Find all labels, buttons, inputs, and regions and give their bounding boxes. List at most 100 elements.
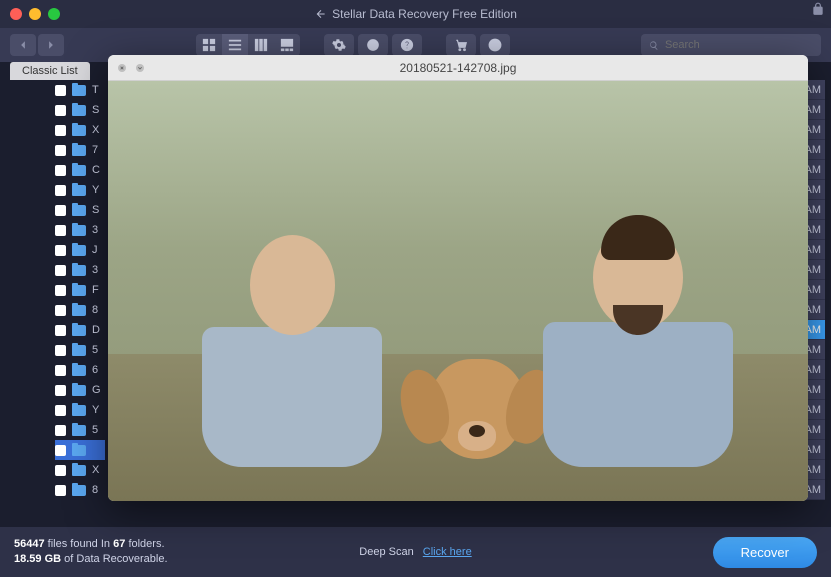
- file-row[interactable]: 8: [55, 480, 105, 500]
- file-checkbox[interactable]: [55, 225, 66, 236]
- nav-forward-button[interactable]: [38, 34, 64, 56]
- file-row[interactable]: 5: [55, 340, 105, 360]
- folder-icon: [72, 445, 86, 456]
- file-row[interactable]: Y: [55, 400, 105, 420]
- folder-icon: [72, 345, 86, 356]
- preview-close-button[interactable]: [116, 62, 128, 74]
- folder-icon: [72, 105, 86, 116]
- file-checkbox[interactable]: [55, 465, 66, 476]
- app-title: Stellar Data Recovery Free Edition: [314, 7, 517, 21]
- file-row[interactable]: 7: [55, 140, 105, 160]
- file-checkbox[interactable]: [55, 325, 66, 336]
- folder-icon: [72, 125, 86, 136]
- status-folder-count: 67: [113, 538, 125, 550]
- file-checkbox[interactable]: [55, 485, 66, 496]
- file-checkbox[interactable]: [55, 285, 66, 296]
- photo-person-right: [538, 225, 738, 467]
- file-row[interactable]: Y: [55, 180, 105, 200]
- file-checkbox[interactable]: [55, 125, 66, 136]
- preview-filename: 20180521-142708.jpg: [400, 61, 517, 75]
- file-row[interactable]: J: [55, 240, 105, 260]
- traffic-lights: [10, 8, 60, 20]
- folder-icon: [72, 265, 86, 276]
- file-row[interactable]: 3: [55, 260, 105, 280]
- view-gallery-button[interactable]: [274, 34, 300, 56]
- file-name-fragment: 8: [92, 304, 98, 316]
- sidebar-tab-classic-list[interactable]: Classic List: [10, 62, 90, 80]
- file-name-fragment: T: [92, 84, 99, 96]
- file-name-fragment: D: [92, 324, 100, 336]
- file-checkbox[interactable]: [55, 305, 66, 316]
- file-checkbox[interactable]: [55, 345, 66, 356]
- deep-scan-label: Deep Scan: [359, 546, 413, 558]
- close-window-button[interactable]: [10, 8, 22, 20]
- folder-icon: [72, 305, 86, 316]
- file-checkbox[interactable]: [55, 385, 66, 396]
- file-name-fragment: X: [92, 124, 99, 136]
- help-button[interactable]: [392, 34, 422, 56]
- folder-icon: [72, 485, 86, 496]
- file-row[interactable]: S: [55, 200, 105, 220]
- folder-icon: [72, 185, 86, 196]
- file-checkbox[interactable]: [55, 185, 66, 196]
- file-row[interactable]: S: [55, 100, 105, 120]
- folder-icon: [72, 285, 86, 296]
- status-bar: 56447 files found In 67 folders. 18.59 G…: [0, 527, 831, 577]
- deep-scan-link[interactable]: Click here: [423, 546, 472, 558]
- folder-icon: [72, 245, 86, 256]
- window-titlebar: Stellar Data Recovery Free Edition: [0, 0, 831, 28]
- file-name-fragment: 7: [92, 144, 98, 156]
- user-account-button[interactable]: [480, 34, 510, 56]
- file-row[interactable]: 8: [55, 300, 105, 320]
- photo-person-left: [192, 235, 392, 467]
- history-button[interactable]: [358, 34, 388, 56]
- file-row[interactable]: C: [55, 160, 105, 180]
- file-checkbox[interactable]: [55, 205, 66, 216]
- file-row[interactable]: [55, 440, 105, 460]
- file-checkbox[interactable]: [55, 105, 66, 116]
- minimize-window-button[interactable]: [29, 8, 41, 20]
- photo-illustration: [108, 81, 808, 501]
- settings-gear-button[interactable]: [324, 34, 354, 56]
- file-row[interactable]: X: [55, 460, 105, 480]
- file-checkbox[interactable]: [55, 265, 66, 276]
- status-file-count: 56447: [14, 538, 45, 550]
- recover-button[interactable]: Recover: [713, 537, 817, 568]
- file-name-fragment: J: [92, 244, 98, 256]
- file-row[interactable]: X: [55, 120, 105, 140]
- file-checkbox[interactable]: [55, 445, 66, 456]
- file-name-fragment: 5: [92, 424, 98, 436]
- search-input[interactable]: [665, 39, 813, 51]
- folder-icon: [72, 385, 86, 396]
- nav-back-button[interactable]: [10, 34, 36, 56]
- file-checkbox[interactable]: [55, 365, 66, 376]
- account-group: [446, 34, 510, 56]
- file-name-fragment: 5: [92, 344, 98, 356]
- nav-buttons: [10, 34, 64, 56]
- file-checkbox[interactable]: [55, 425, 66, 436]
- view-list-button[interactable]: [222, 34, 248, 56]
- file-name-fragment: Y: [92, 404, 99, 416]
- file-name-fragment: S: [92, 204, 99, 216]
- file-row[interactable]: F: [55, 280, 105, 300]
- file-checkbox[interactable]: [55, 85, 66, 96]
- file-row[interactable]: 6: [55, 360, 105, 380]
- search-box[interactable]: [641, 34, 821, 56]
- file-checkbox[interactable]: [55, 405, 66, 416]
- file-row[interactable]: D: [55, 320, 105, 340]
- view-grid-button[interactable]: [196, 34, 222, 56]
- preview-expand-button[interactable]: [134, 62, 146, 74]
- file-row[interactable]: 5: [55, 420, 105, 440]
- preview-titlebar: 20180521-142708.jpg: [108, 55, 808, 81]
- file-checkbox[interactable]: [55, 165, 66, 176]
- view-columns-button[interactable]: [248, 34, 274, 56]
- folder-icon: [72, 425, 86, 436]
- cart-button[interactable]: [446, 34, 476, 56]
- file-checkbox[interactable]: [55, 145, 66, 156]
- file-row[interactable]: 3: [55, 220, 105, 240]
- file-name-fragment: 8: [92, 484, 98, 496]
- file-row[interactable]: G: [55, 380, 105, 400]
- file-row[interactable]: T: [55, 80, 105, 100]
- file-checkbox[interactable]: [55, 245, 66, 256]
- maximize-window-button[interactable]: [48, 8, 60, 20]
